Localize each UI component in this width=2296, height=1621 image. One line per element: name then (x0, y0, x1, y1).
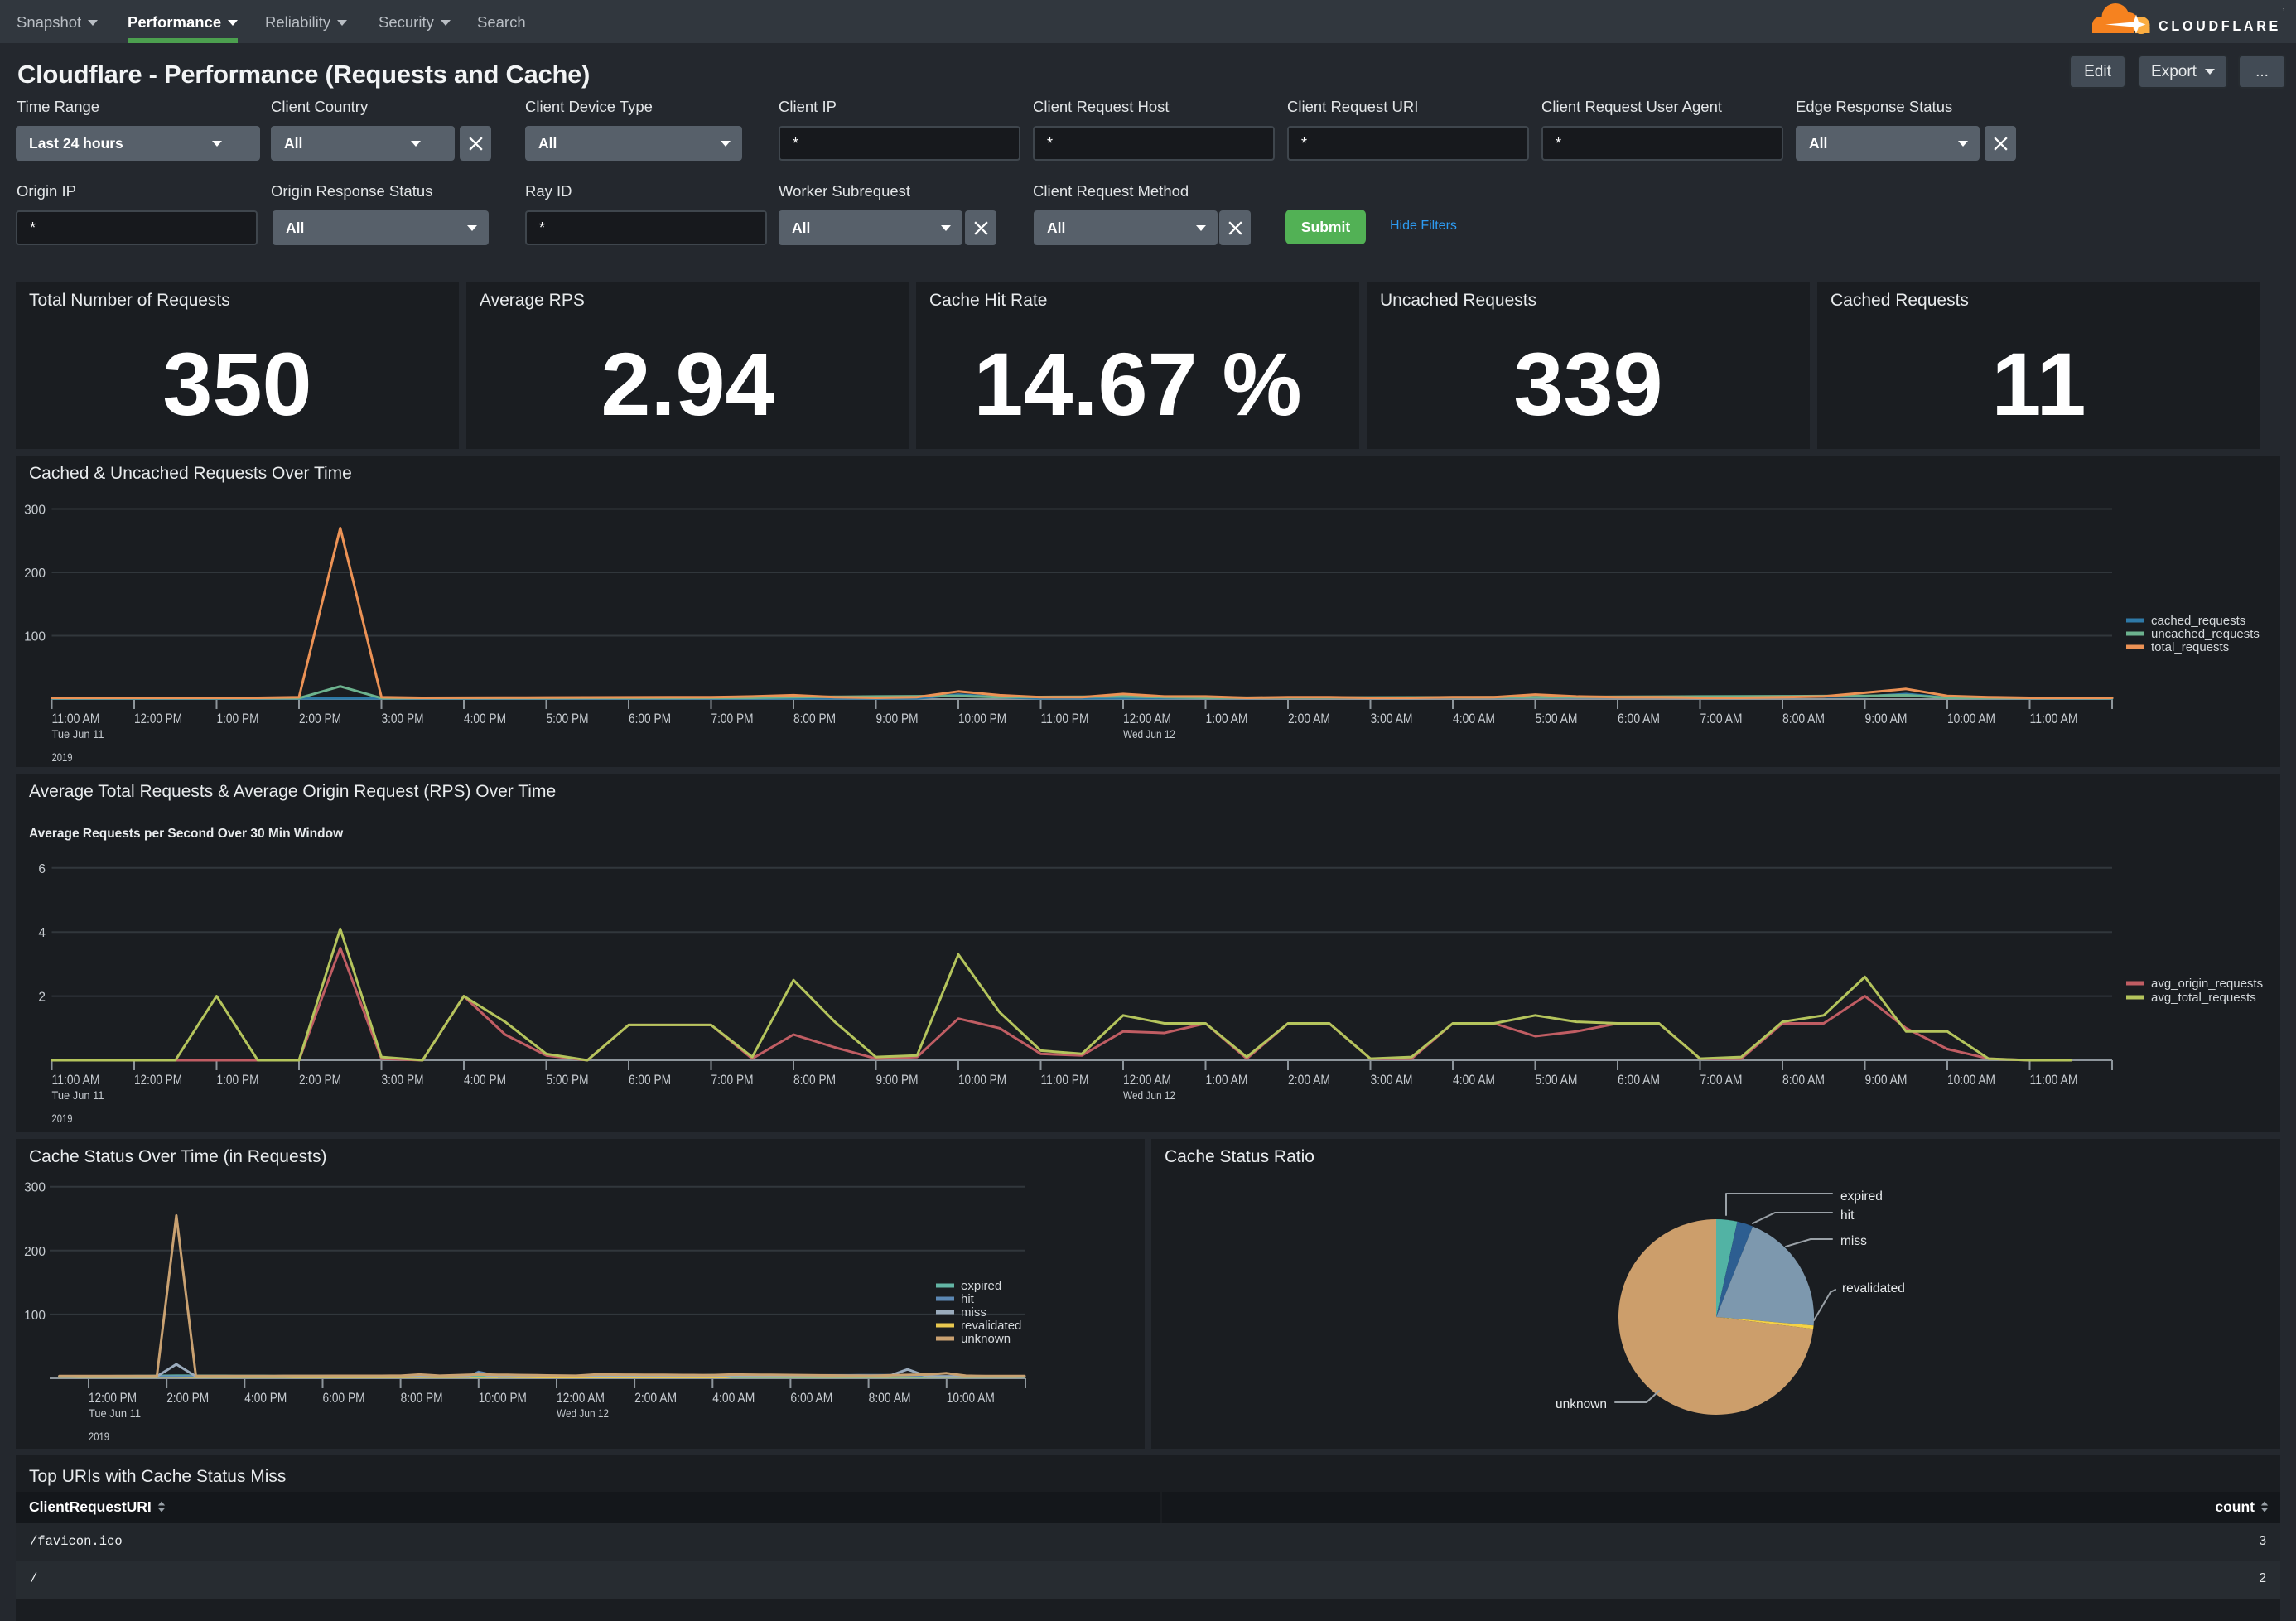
svg-text:100: 100 (24, 630, 46, 644)
svg-text:Tue Jun 11: Tue Jun 11 (89, 1406, 141, 1420)
svg-text:200: 200 (24, 1245, 46, 1259)
svg-text:8:00 AM: 8:00 AM (1782, 1073, 1825, 1088)
svg-text:avg_total_requests: avg_total_requests (2151, 991, 2256, 1005)
svg-text:4:00 PM: 4:00 PM (464, 1073, 506, 1088)
svg-text:2019: 2019 (52, 750, 73, 764)
svg-text:2:00 AM: 2:00 AM (634, 1391, 677, 1406)
svg-text:12:00 AM: 12:00 AM (1123, 1073, 1171, 1088)
svg-text:3:00 AM: 3:00 AM (1371, 712, 1413, 726)
svg-text:3:00 AM: 3:00 AM (1371, 1073, 1413, 1088)
svg-text:12:00 AM: 12:00 AM (557, 1391, 605, 1406)
svg-text:4: 4 (38, 926, 46, 940)
svg-text:revalidated: revalidated (961, 1319, 1021, 1333)
svg-text:7:00 PM: 7:00 PM (711, 1073, 754, 1088)
svg-text:10:00 AM: 10:00 AM (1947, 712, 1995, 726)
svg-text:8:00 PM: 8:00 PM (793, 712, 836, 726)
svg-text:10:00 PM: 10:00 PM (958, 712, 1006, 726)
svg-text:12:00 PM: 12:00 PM (89, 1391, 137, 1406)
svg-text:9:00 AM: 9:00 AM (1865, 712, 1908, 726)
svg-text:uncached_requests: uncached_requests (2151, 627, 2260, 641)
svg-text:8:00 PM: 8:00 PM (793, 1073, 836, 1088)
svg-text:avg_origin_requests: avg_origin_requests (2151, 977, 2263, 991)
svg-text:expired: expired (1840, 1189, 1883, 1204)
svg-text:10:00 AM: 10:00 AM (947, 1391, 995, 1406)
svg-text:6:00 AM: 6:00 AM (1618, 712, 1660, 726)
svg-text:12:00 PM: 12:00 PM (134, 1073, 182, 1088)
svg-text:10:00 AM: 10:00 AM (1947, 1073, 1995, 1088)
svg-text:11:00 AM: 11:00 AM (2030, 1073, 2078, 1088)
svg-text:7:00 AM: 7:00 AM (1700, 1073, 1743, 1088)
svg-text:9:00 PM: 9:00 PM (876, 712, 919, 726)
svg-text:7:00 AM: 7:00 AM (1700, 712, 1743, 726)
svg-text:11:00 AM: 11:00 AM (2030, 712, 2078, 726)
svg-text:8:00 AM: 8:00 AM (869, 1391, 911, 1406)
svg-text:hit: hit (1840, 1209, 1855, 1223)
svg-text:4:00 AM: 4:00 AM (1453, 712, 1495, 726)
svg-text:200: 200 (24, 567, 46, 581)
svg-text:3:00 PM: 3:00 PM (382, 1073, 424, 1088)
svg-text:5:00 PM: 5:00 PM (547, 1073, 589, 1088)
svg-text:6: 6 (38, 862, 46, 876)
svg-text:1:00 PM: 1:00 PM (217, 1073, 259, 1088)
svg-text:6:00 AM: 6:00 AM (790, 1391, 832, 1406)
svg-text:total_requests: total_requests (2151, 640, 2229, 654)
svg-text:5:00 AM: 5:00 AM (1536, 712, 1578, 726)
svg-text:11:00 PM: 11:00 PM (1041, 712, 1089, 726)
svg-text:3:00 PM: 3:00 PM (382, 712, 424, 726)
svg-text:11:00 AM: 11:00 AM (52, 1073, 100, 1088)
svg-text:cached_requests: cached_requests (2151, 614, 2245, 628)
svg-text:4:00 PM: 4:00 PM (244, 1391, 287, 1406)
svg-text:2: 2 (38, 991, 46, 1005)
svg-text:expired: expired (961, 1279, 1001, 1293)
svg-text:5:00 PM: 5:00 PM (547, 712, 589, 726)
svg-text:6:00 PM: 6:00 PM (323, 1391, 365, 1406)
svg-text:6:00 PM: 6:00 PM (629, 712, 671, 726)
svg-text:6:00 AM: 6:00 AM (1618, 1073, 1660, 1088)
svg-text:2:00 PM: 2:00 PM (166, 1391, 209, 1406)
svg-text:2:00 AM: 2:00 AM (1288, 712, 1330, 726)
svg-text:6:00 PM: 6:00 PM (629, 1073, 671, 1088)
svg-text:2:00 PM: 2:00 PM (299, 712, 341, 726)
svg-text:revalidated: revalidated (1842, 1281, 1905, 1295)
svg-text:8:00 AM: 8:00 AM (1782, 712, 1825, 726)
svg-text:1:00 AM: 1:00 AM (1206, 1073, 1248, 1088)
svg-text:10:00 PM: 10:00 PM (958, 1073, 1006, 1088)
svg-text:11:00 PM: 11:00 PM (1041, 1073, 1089, 1088)
svg-text:11:00 AM: 11:00 AM (52, 712, 100, 726)
svg-text:300: 300 (24, 504, 46, 518)
svg-text:8:00 PM: 8:00 PM (401, 1391, 443, 1406)
svg-text:hit: hit (961, 1292, 975, 1306)
svg-text:1:00 AM: 1:00 AM (1206, 712, 1248, 726)
svg-text:miss: miss (1840, 1234, 1867, 1248)
svg-text:miss: miss (961, 1305, 986, 1319)
svg-text:5:00 AM: 5:00 AM (1536, 1073, 1578, 1088)
svg-text:unknown: unknown (961, 1332, 1011, 1346)
svg-text:Tue Jun 11: Tue Jun 11 (52, 727, 104, 741)
svg-text:2:00 AM: 2:00 AM (1288, 1073, 1330, 1088)
svg-text:10:00 PM: 10:00 PM (479, 1391, 527, 1406)
svg-text:4:00 AM: 4:00 AM (712, 1391, 755, 1406)
svg-text:Wed Jun 12: Wed Jun 12 (1123, 1088, 1175, 1102)
svg-text:4:00 AM: 4:00 AM (1453, 1073, 1495, 1088)
svg-text:12:00 AM: 12:00 AM (1123, 712, 1171, 726)
svg-text:100: 100 (24, 1309, 46, 1323)
svg-text:12:00 PM: 12:00 PM (134, 712, 182, 726)
svg-text:4:00 PM: 4:00 PM (464, 712, 506, 726)
svg-text:9:00 AM: 9:00 AM (1865, 1073, 1908, 1088)
svg-text:Wed Jun 12: Wed Jun 12 (557, 1406, 609, 1420)
svg-text:2:00 PM: 2:00 PM (299, 1073, 341, 1088)
svg-text:Wed Jun 12: Wed Jun 12 (1123, 727, 1175, 741)
svg-text:7:00 PM: 7:00 PM (711, 712, 754, 726)
svg-text:unknown: unknown (1556, 1397, 1607, 1411)
svg-text:300: 300 (24, 1181, 46, 1195)
svg-text:Tue Jun 11: Tue Jun 11 (52, 1088, 104, 1102)
svg-text:1:00 PM: 1:00 PM (217, 712, 259, 726)
svg-text:2019: 2019 (52, 1112, 73, 1125)
svg-text:9:00 PM: 9:00 PM (876, 1073, 919, 1088)
svg-text:2019: 2019 (89, 1430, 109, 1443)
